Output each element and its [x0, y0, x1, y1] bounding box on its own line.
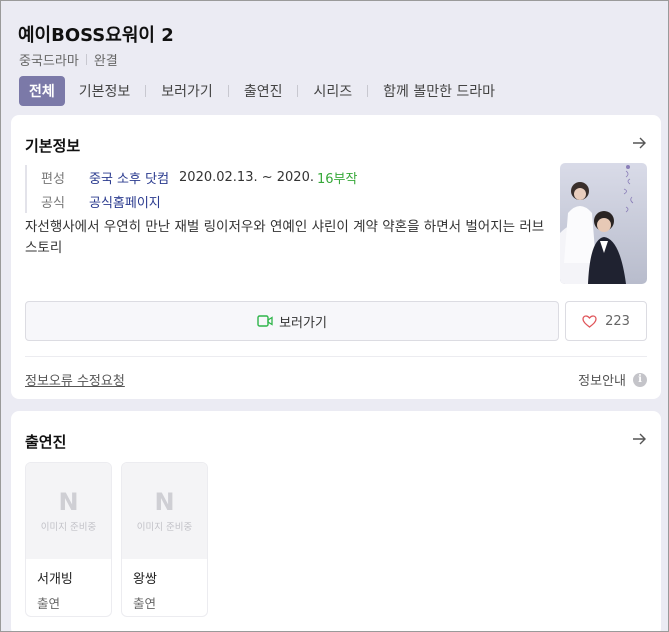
tab-watch[interactable]: 보러가기 [161, 81, 213, 101]
placeholder-text: 이미지 준비중 [136, 522, 193, 533]
official-label: 공식 [41, 195, 65, 211]
cast-name: 서개빙 [37, 572, 73, 587]
broadcast-dates: 2020.02.13. ~ 2020. [179, 169, 314, 185]
official-row: 공식 공식홈페이지 [41, 189, 357, 213]
cast-photo-placeholder: N 이미지 준비중 [122, 463, 207, 559]
broadcast-row: 편성 중국 소후 닷컴 2020.02.13. ~ 2020. 16부작 [41, 165, 357, 189]
episode-count: 16부작 [316, 171, 358, 187]
page-title: 예이BOSS요워이 2 [18, 25, 174, 46]
info-icon: i [633, 372, 647, 387]
broadcast-label: 편성 [41, 171, 65, 187]
broadcast-channel-link[interactable]: 중국 소후 닷컴 [89, 168, 169, 187]
tab-basic-info[interactable]: 기본정보 [79, 81, 131, 101]
tab-cast[interactable]: 출연진 [244, 81, 283, 101]
meta-genre: 중국드라마 [19, 54, 79, 69]
like-count: 223 [605, 313, 630, 329]
tab-bar: 전체 기본정보 보러가기 출연진 시리즈 함께 볼만한 드라마 [19, 76, 495, 106]
tab-recommendations[interactable]: 함께 볼만한 드라마 [383, 81, 495, 101]
tab-divider [367, 85, 369, 97]
video-icon [257, 315, 273, 327]
arrow-right-icon[interactable] [631, 135, 647, 151]
info-guide[interactable]: 정보안내 i [578, 370, 647, 389]
report-error-link[interactable]: 정보오류 수정요청 [25, 370, 125, 389]
synopsis: 자선행사에서 우연히 만난 재벌 링이저우와 연예인 샤린이 계약 약혼을 하면… [25, 219, 545, 256]
cast-member[interactable]: N 이미지 준비중 왕쌍 출연 [121, 462, 208, 617]
official-site-link[interactable]: 공식홈페이지 [89, 192, 161, 211]
cast-name: 왕쌍 [133, 572, 157, 587]
tab-series[interactable]: 시리즈 [313, 81, 352, 101]
naver-logo-icon: N [58, 488, 79, 516]
cast-list: N 이미지 준비중 서개빙 출연 N 이미지 준비중 왕쌍 출연 [25, 462, 217, 617]
naver-logo-icon: N [154, 488, 175, 516]
drama-poster[interactable] [560, 163, 647, 284]
heart-icon [582, 314, 597, 328]
cast-role: 출연 [133, 596, 157, 611]
tab-divider [297, 85, 299, 97]
cast-member[interactable]: N 이미지 준비중 서개빙 출연 [25, 462, 112, 617]
placeholder-text: 이미지 준비중 [40, 522, 97, 533]
cast-card: 출연진 N 이미지 준비중 서개빙 출연 N 이미지 준비중 왕쌍 출연 [11, 411, 661, 631]
card-divider [25, 356, 647, 357]
info-guide-label: 정보안내 [578, 374, 626, 389]
cast-title: 출연진 [25, 433, 67, 451]
arrow-right-icon[interactable] [631, 431, 647, 447]
page-frame: 예이BOSS요워이 2 중국드라마 완결 전체 기본정보 보러가기 출연진 시리… [0, 0, 669, 632]
cast-role: 출연 [37, 596, 61, 611]
like-button[interactable]: 223 [565, 301, 647, 341]
watch-button[interactable]: 보러가기 [25, 301, 559, 341]
drama-meta: 중국드라마 완결 [19, 50, 118, 69]
info-rows: 편성 중국 소후 닷컴 2020.02.13. ~ 2020. 16부작 공식 … [25, 165, 357, 213]
cast-photo-placeholder: N 이미지 준비중 [26, 463, 111, 559]
basic-info-card: 기본정보 편성 중국 소후 닷컴 2020.02.13. ~ 2020. 16부… [11, 115, 661, 399]
tab-all[interactable]: 전체 [19, 76, 65, 106]
tab-divider [227, 85, 229, 97]
basic-info-title: 기본정보 [25, 137, 81, 155]
meta-divider [85, 54, 87, 65]
meta-status: 완결 [93, 54, 118, 69]
watch-label: 보러가기 [279, 315, 327, 331]
tab-divider [145, 85, 147, 97]
